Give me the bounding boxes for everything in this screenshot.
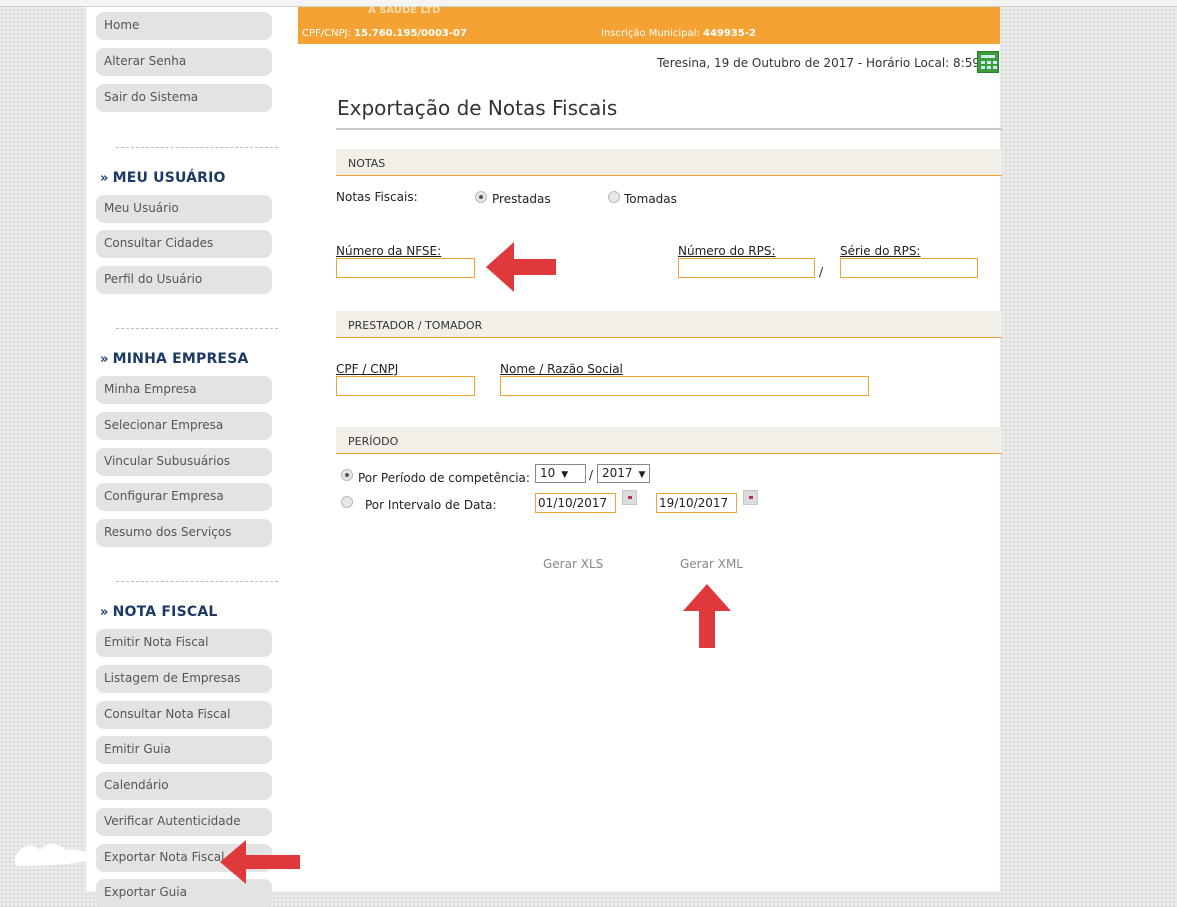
- rps-separator: /: [819, 265, 824, 279]
- serie-rps-input[interactable]: [840, 258, 978, 278]
- company-name: A SAUDE LTD: [368, 5, 441, 16]
- sidebar-heading-nota-fiscal: » NOTA FISCAL: [100, 604, 218, 620]
- sidebar-divider: [116, 581, 278, 582]
- annotation-arrow-left-icon: [486, 242, 556, 292]
- sidebar-item-minha-empresa[interactable]: Minha Empresa: [96, 376, 272, 404]
- sidebar-item-emitir-guia[interactable]: Emitir Guia: [96, 736, 272, 764]
- sidebar-item-verificar-autenticidade[interactable]: Verificar Autenticidade: [96, 808, 272, 836]
- sidebar-item-resumo-servicos[interactable]: Resumo dos Serviços: [96, 519, 272, 547]
- section-prestador-tomador: PRESTADOR / TOMADOR: [336, 311, 1002, 338]
- section-notas: NOTAS: [336, 149, 1002, 176]
- sidebar-heading-minha-empresa: » MINHA EMPRESA: [100, 351, 249, 367]
- data-fim-input[interactable]: 19/10/2017: [656, 493, 737, 513]
- sidebar-heading-meu-usuario: » MEU USUÁRIO: [100, 170, 226, 186]
- nome-razao-input[interactable]: [500, 376, 869, 396]
- dropdown-arrow-icon: ▼: [561, 470, 569, 480]
- radio-tomadas[interactable]: [608, 191, 620, 203]
- redaction-scribble: [14, 844, 98, 866]
- por-intervalo-label: Por Intervalo de Data:: [365, 498, 497, 512]
- double-chevron-icon: »: [100, 605, 109, 620]
- inscricao-info: Inscrição Municipal: 449935-2: [601, 28, 756, 39]
- sidebar: Home Alterar Senha Sair do Sistema » MEU …: [86, 7, 296, 907]
- sidebar-item-consultar-nota[interactable]: Consultar Nota Fiscal: [96, 701, 272, 729]
- date-time-line: Teresina, 19 de Outubro de 2017 - Horári…: [657, 56, 980, 70]
- mes-select[interactable]: 10 ▼: [535, 464, 586, 483]
- sidebar-item-home[interactable]: Home: [96, 12, 272, 40]
- radio-por-periodo[interactable]: [341, 469, 353, 481]
- calendar-icon[interactable]: [743, 490, 758, 505]
- sidebar-divider: [116, 147, 278, 148]
- section-periodo: PERÍODO: [336, 427, 1002, 454]
- numero-nfse-input[interactable]: [336, 258, 475, 278]
- numero-rps-label: Número do RPS:: [678, 244, 776, 258]
- data-inicio-input[interactable]: 01/10/2017: [535, 493, 616, 513]
- gerar-xls-button[interactable]: Gerar XLS: [543, 557, 603, 571]
- page-title: Exportação de Notas Fiscais: [337, 96, 618, 120]
- sidebar-item-selecionar-empresa[interactable]: Selecionar Empresa: [96, 412, 272, 440]
- browser-top-edge: [0, 0, 1177, 7]
- sidebar-item-sair[interactable]: Sair do Sistema: [96, 84, 272, 112]
- nome-razao-label: Nome / Razão Social: [500, 362, 623, 376]
- sidebar-item-emitir-nota[interactable]: Emitir Nota Fiscal: [96, 629, 272, 657]
- sidebar-item-perfil-usuario[interactable]: Perfil do Usuário: [96, 266, 272, 294]
- serie-rps-label: Série do RPS:: [840, 244, 921, 258]
- sidebar-divider: [116, 328, 278, 329]
- cpf-cnpj-label: CPF / CNPJ: [336, 362, 399, 376]
- radio-prestadas[interactable]: [475, 191, 487, 203]
- sidebar-item-consultar-cidades[interactable]: Consultar Cidades: [96, 230, 272, 258]
- ano-select[interactable]: 2017 ▼: [597, 464, 650, 483]
- radio-prestadas-label: Prestadas: [492, 192, 551, 206]
- sidebar-item-configurar-empresa[interactable]: Configurar Empresa: [96, 483, 272, 511]
- numero-nfse-label: Número da NFSE:: [336, 244, 442, 258]
- annotation-arrow-up-icon: [683, 584, 731, 648]
- numero-rps-input[interactable]: [678, 258, 815, 278]
- double-chevron-icon: »: [100, 171, 109, 186]
- radio-por-intervalo[interactable]: [341, 496, 353, 508]
- dropdown-arrow-icon: ▼: [638, 470, 646, 480]
- calculator-icon[interactable]: [977, 51, 999, 73]
- gerar-xml-button[interactable]: Gerar XML: [680, 557, 743, 571]
- title-divider: [336, 128, 1002, 130]
- cnpj-info: CPF/CNPJ: 15.760.195/0003-07: [302, 28, 467, 39]
- sidebar-item-alterar-senha[interactable]: Alterar Senha: [96, 48, 272, 76]
- sidebar-item-vincular-subusuarios[interactable]: Vincular Subusuários: [96, 448, 272, 476]
- annotation-arrow-left-icon: [220, 840, 300, 884]
- notas-fiscais-label: Notas Fiscais:: [336, 190, 418, 204]
- sidebar-item-listagem-empresas[interactable]: Listagem de Empresas: [96, 665, 272, 693]
- sidebar-item-meu-usuario[interactable]: Meu Usuário: [96, 195, 272, 223]
- company-header-bar: A SAUDE LTD CPF/CNPJ: 15.760.195/0003-07…: [298, 5, 1000, 44]
- por-periodo-label: Por Período de competência:: [358, 471, 530, 485]
- calendar-icon[interactable]: [622, 490, 637, 505]
- radio-tomadas-label: Tomadas: [624, 192, 677, 206]
- date-separator: /: [589, 468, 594, 482]
- sidebar-item-calendario[interactable]: Calendário: [96, 772, 272, 800]
- double-chevron-icon: »: [100, 352, 109, 367]
- cpf-cnpj-input[interactable]: [336, 376, 475, 396]
